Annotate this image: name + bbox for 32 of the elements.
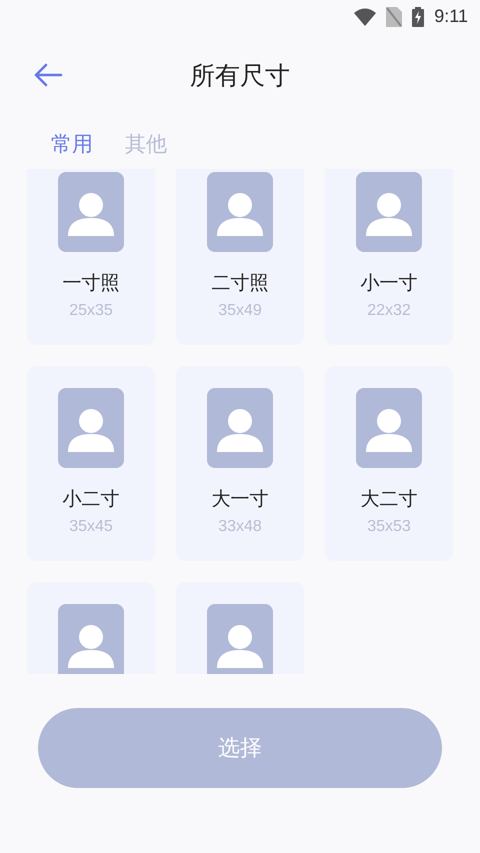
size-card[interactable]: 小一寸 22x32 <box>325 169 453 345</box>
size-name: 大一寸 <box>212 487 268 512</box>
size-dimensions: 35x49 <box>218 302 262 320</box>
person-icon <box>58 604 124 674</box>
size-card[interactable]: 大一寸 33x48 <box>176 366 304 561</box>
size-dimensions: 35x53 <box>367 518 411 536</box>
wifi-icon <box>354 8 376 26</box>
person-icon <box>58 388 124 468</box>
size-name: 小一寸 <box>360 271 418 296</box>
person-icon <box>58 172 124 252</box>
size-dimensions: 33x48 <box>218 518 262 536</box>
size-card[interactable]: 小二寸 35x45 <box>27 366 155 561</box>
size-card[interactable]: 二寸照 35x49 <box>176 169 304 345</box>
person-icon <box>356 388 422 468</box>
size-dimensions: 25x35 <box>69 302 113 320</box>
size-name: 二寸照 <box>212 271 268 296</box>
person-icon <box>207 388 273 468</box>
no-sim-icon <box>386 6 402 26</box>
person-icon <box>207 172 273 252</box>
category-tab[interactable]: 常用 <box>51 129 93 159</box>
page-title: 所有尺寸 <box>190 60 290 92</box>
size-dimensions: 22x32 <box>367 302 411 320</box>
size-name: 小二寸 <box>62 487 120 512</box>
size-card[interactable]: 大二寸 35x53 <box>325 366 453 561</box>
size-name: 大二寸 <box>360 487 418 512</box>
size-card[interactable]: 一寸照 25x35 <box>27 169 155 345</box>
person-icon <box>207 604 273 674</box>
battery-charging-icon <box>412 6 424 26</box>
size-name: 一寸照 <box>62 271 120 296</box>
size-dimensions: 35x45 <box>69 518 113 536</box>
clock-time: 9:11 <box>434 6 468 27</box>
person-icon <box>356 172 422 252</box>
